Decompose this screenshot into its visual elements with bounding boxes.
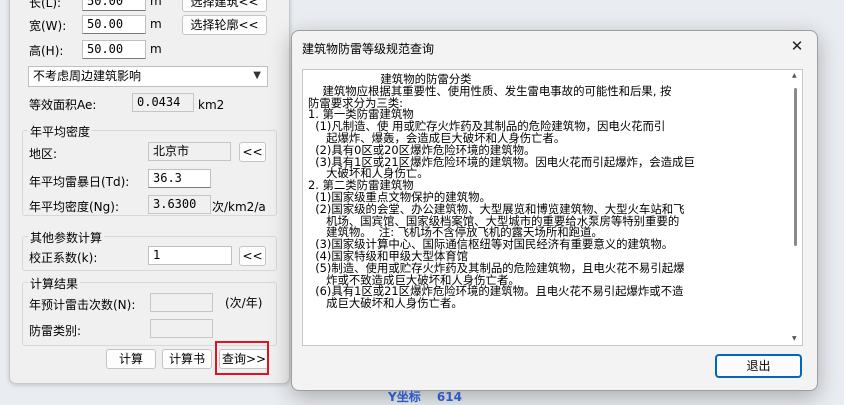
lightning-calc-panel: 长(L): 50.00 m 选择建筑<< 宽(W): 50.00 m 选择轮廓<… — [9, 0, 290, 384]
k-label: 校正系数(k): — [29, 251, 98, 265]
scrollbar-thumb[interactable] — [794, 88, 797, 246]
calculate-button[interactable]: 计算 — [106, 349, 156, 369]
exit-button[interactable]: 退出 — [716, 355, 801, 377]
close-icon[interactable]: ✕ — [786, 35, 808, 57]
y-coord-value: 614 — [436, 390, 462, 404]
region-picker-button[interactable]: << — [239, 142, 266, 162]
height-label: 高(H): — [29, 44, 64, 58]
equiv-area-label: 等效面积Ae: — [29, 98, 97, 112]
protection-class-value — [150, 319, 213, 338]
width-input[interactable]: 50.00 — [82, 15, 146, 34]
select-building-button[interactable]: 选择建筑<< — [182, 0, 267, 12]
width-unit: m — [150, 17, 162, 31]
region-value: 北京市 — [148, 142, 231, 161]
protection-class-label: 防雷类别: — [29, 324, 82, 338]
height-unit: m — [150, 42, 162, 56]
chevron-down-icon: ▼ — [253, 70, 261, 81]
td-label: 年平均雷暴日(Td): — [29, 175, 130, 189]
adjacent-building-select-value: 不考虑周边建筑影响 — [33, 69, 142, 83]
density-group-title: 年平均密度 — [28, 123, 93, 140]
k-select-value: 1 — [153, 248, 161, 262]
equiv-area-value: 0.0434 — [132, 93, 194, 112]
select-outline-button[interactable]: 选择轮廓<< — [182, 15, 267, 35]
k-select[interactable]: 1 — [148, 246, 232, 265]
k-picker-button[interactable]: << — [239, 246, 266, 266]
strike-count-unit: (次/年) — [225, 296, 263, 310]
scroll-up-icon[interactable]: ▲ — [792, 72, 797, 79]
equiv-area-unit: km2 — [198, 98, 225, 112]
standard-query-dialog: 建筑物防雷等级规范查询 ✕ 建筑物的防雷分类 建筑物应根据其重要性、使用性质、发… — [291, 30, 818, 391]
strike-count-label: 年预计雷击次数(N): — [29, 298, 136, 312]
scroll-down-icon[interactable]: ▼ — [792, 335, 797, 342]
height-input[interactable]: 50.00 — [82, 40, 146, 59]
standard-text-content: 建筑物的防雷分类 建筑物应根据其重要性、使用性质、发生雷电事故的可能性和后果, … — [308, 73, 695, 311]
query-highlight-box — [215, 341, 269, 375]
other-params-group-title: 其他参数计算 — [28, 229, 105, 246]
vertical-scrollbar[interactable]: ▲ ▼ — [791, 72, 800, 342]
width-label: 宽(W): — [29, 19, 67, 33]
length-label: 长(L): — [29, 0, 62, 10]
y-coordinate-status: Y坐标 614 — [388, 388, 462, 405]
text-line: 成巨大破坏和人身伤亡者。 — [308, 296, 463, 311]
length-unit: m — [150, 0, 162, 8]
td-input[interactable]: 36.3 — [148, 169, 211, 188]
dialog-title: 建筑物防雷等级规范查询 — [302, 42, 435, 56]
ng-unit: 次/km2/a — [212, 200, 266, 214]
region-label: 地区: — [29, 147, 58, 161]
report-button[interactable]: 计算书 — [162, 349, 212, 369]
adjacent-building-select[interactable]: 不考虑周边建筑影响 ▼ — [28, 66, 268, 87]
ng-value: 3.6300 — [148, 195, 211, 214]
standard-text-area[interactable]: 建筑物的防雷分类 建筑物应根据其重要性、使用性质、发生雷电事故的可能性和后果, … — [302, 69, 803, 346]
y-coord-label: Y坐标 — [388, 390, 421, 404]
ng-label: 年平均密度(Ng): — [29, 200, 120, 214]
result-group-title: 计算结果 — [28, 275, 81, 292]
strike-count-value — [150, 293, 213, 312]
length-input[interactable]: 50.00 — [82, 0, 146, 11]
